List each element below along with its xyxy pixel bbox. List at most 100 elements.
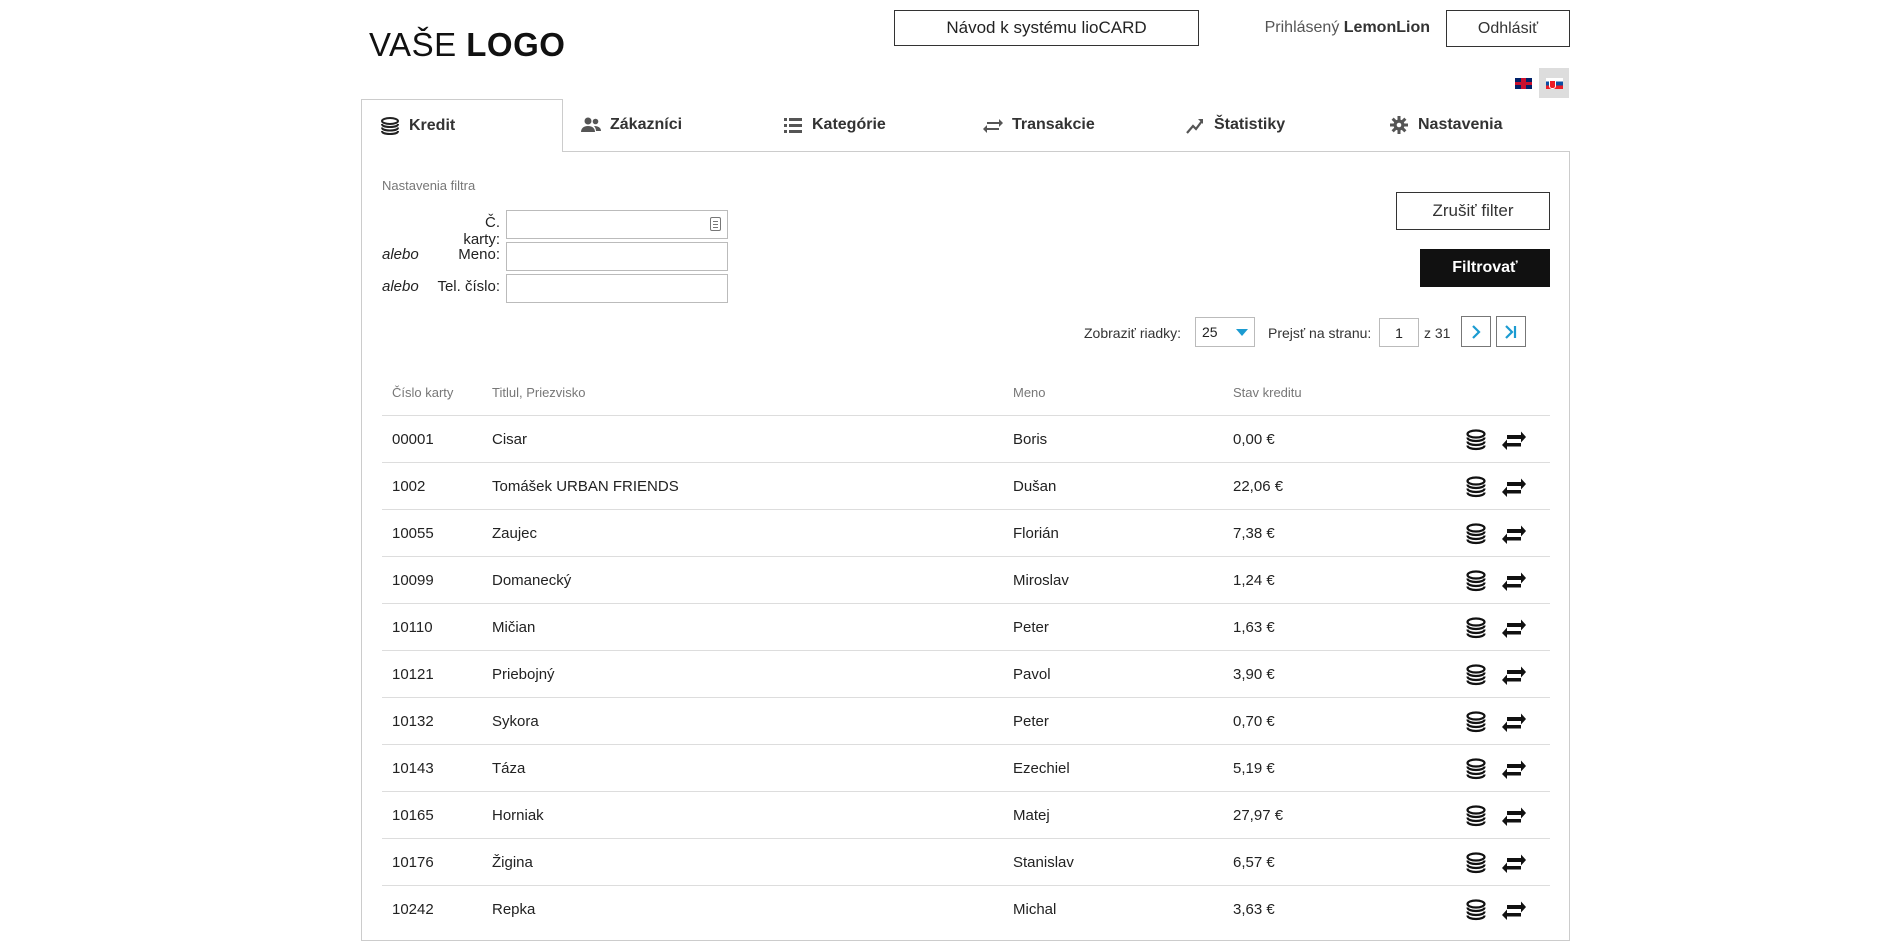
cell-card-number: 10176 xyxy=(392,854,434,871)
exchange-icon[interactable] xyxy=(1501,756,1527,782)
coins-icon[interactable] xyxy=(1463,662,1489,688)
cell-card-number: 10242 xyxy=(392,901,434,918)
phone-input[interactable] xyxy=(506,274,728,303)
table-row[interactable]: 10143 Táza Ezechiel 5,19 € xyxy=(382,744,1550,792)
table-row[interactable]: 10110 Mičian Peter 1,63 € xyxy=(382,603,1550,651)
tab-label: Zákazníci xyxy=(610,116,683,133)
filter-title: Nastavenia filtra xyxy=(382,178,476,193)
exchange-icon[interactable] xyxy=(1501,427,1527,453)
dropdown-caret-icon xyxy=(1236,329,1248,336)
cell-surname: Horniak xyxy=(492,807,544,824)
cell-name: Dušan xyxy=(1013,478,1057,495)
exchange-icon[interactable] xyxy=(1501,474,1527,500)
exchange-icon xyxy=(983,116,1003,134)
cell-credit: 1,63 € xyxy=(1233,619,1275,636)
cell-surname: Priebojný xyxy=(492,666,555,683)
rows-per-page-select[interactable]: 25 xyxy=(1195,317,1255,347)
cell-name: Peter xyxy=(1013,619,1049,636)
cell-card-number: 10143 xyxy=(392,760,434,777)
coins-icon[interactable] xyxy=(1463,897,1489,923)
chevron-right-icon xyxy=(1472,324,1481,339)
coins-icon[interactable] xyxy=(1463,474,1489,500)
card-number-input[interactable] xyxy=(506,210,728,239)
coins-icon[interactable] xyxy=(1463,803,1489,829)
cell-card-number: 1002 xyxy=(392,478,426,495)
apply-filter-button[interactable]: Filtrovať xyxy=(1420,249,1550,287)
or-label: alebo xyxy=(382,246,419,263)
coins-icon[interactable] xyxy=(1463,615,1489,641)
coins-icon[interactable] xyxy=(1463,850,1489,876)
cell-credit: 6,57 € xyxy=(1233,854,1275,871)
cell-name: Pavol xyxy=(1013,666,1051,683)
exchange-icon[interactable] xyxy=(1501,850,1527,876)
coins-icon[interactable] xyxy=(1463,709,1489,735)
flag-sk-icon[interactable] xyxy=(1539,68,1569,98)
page: VAŠE LOGO Návod k systému lioCARD Prihlá… xyxy=(0,0,1903,941)
coins-icon[interactable] xyxy=(1463,568,1489,594)
tab-nastavenia[interactable]: Nastavenia xyxy=(1389,99,1570,151)
next-page-button[interactable] xyxy=(1461,316,1491,347)
guide-button[interactable]: Návod k systému lioCARD xyxy=(894,10,1199,46)
coins-icon[interactable] xyxy=(1463,427,1489,453)
table-row[interactable]: 00001 Cisar Boris 0,00 € xyxy=(382,415,1550,463)
cell-surname: Domanecký xyxy=(492,572,572,589)
cancel-filter-button[interactable]: Zrušiť filter xyxy=(1396,192,1550,230)
users-icon xyxy=(581,116,601,134)
table-row[interactable]: 10176 Žigina Stanislav 6,57 € xyxy=(382,838,1550,886)
logo-text-2: LOGO xyxy=(466,26,566,63)
main-tabs: Kredit Zákazníci Kategórie Transakcie Št… xyxy=(361,99,1570,152)
cell-name: Peter xyxy=(1013,713,1049,730)
gear-icon xyxy=(1389,116,1409,134)
cell-credit: 3,63 € xyxy=(1233,901,1275,918)
name-input[interactable] xyxy=(506,242,728,271)
exchange-icon[interactable] xyxy=(1501,615,1527,641)
coins-icon[interactable] xyxy=(1463,521,1489,547)
page-number-input[interactable]: 1 xyxy=(1379,318,1419,347)
phone-label: Tel. číslo: xyxy=(437,278,500,295)
logged-user-info: Prihlásený LemonLion xyxy=(1230,19,1430,37)
table-row[interactable]: 10165 Horniak Matej 27,97 € xyxy=(382,791,1550,839)
cell-card-number: 10055 xyxy=(392,525,434,542)
tab-kategorie[interactable]: Kategórie xyxy=(783,99,963,151)
table-row[interactable]: 10242 Repka Michal 3,63 € xyxy=(382,885,1550,933)
table-row[interactable]: 10099 Domanecký Miroslav 1,24 € xyxy=(382,556,1550,604)
filter-row-card: Č. karty: xyxy=(382,214,500,248)
exchange-icon[interactable] xyxy=(1501,662,1527,688)
tab-label: Transakcie xyxy=(1012,116,1095,133)
last-page-button[interactable] xyxy=(1496,316,1526,347)
last-page-icon xyxy=(1505,324,1517,339)
tab-label: Štatistiky xyxy=(1214,116,1286,133)
logo: VAŠE LOGO xyxy=(369,26,565,64)
cell-card-number: 10165 xyxy=(392,807,434,824)
exchange-icon[interactable] xyxy=(1501,521,1527,547)
cell-credit: 5,19 € xyxy=(1233,760,1275,777)
tab-zakaznici[interactable]: Zákazníci xyxy=(581,99,761,151)
tab-statistiky[interactable]: Štatistiky xyxy=(1185,99,1365,151)
filter-row-name: alebo Meno: xyxy=(382,246,500,263)
cell-name: Ezechiel xyxy=(1013,760,1070,777)
tab-label: Kredit xyxy=(409,117,456,134)
cell-surname: Žigina xyxy=(492,854,533,871)
column-header-name: Meno xyxy=(1013,385,1046,400)
table-row[interactable]: 10121 Priebojný Pavol 3,90 € xyxy=(382,650,1550,698)
flag-en-icon[interactable] xyxy=(1508,68,1538,98)
coins-icon xyxy=(380,117,400,135)
table-row[interactable]: 1002 Tomášek URBAN FRIENDS Dušan 22,06 € xyxy=(382,462,1550,510)
card-reader-icon[interactable] xyxy=(710,217,721,231)
coins-icon[interactable] xyxy=(1463,756,1489,782)
exchange-icon[interactable] xyxy=(1501,709,1527,735)
exchange-icon[interactable] xyxy=(1501,568,1527,594)
cell-card-number: 10110 xyxy=(392,619,433,636)
cell-name: Matej xyxy=(1013,807,1050,824)
table-row[interactable]: 10055 Zaujec Florián 7,38 € xyxy=(382,509,1550,557)
exchange-icon[interactable] xyxy=(1501,897,1527,923)
tab-transakcie[interactable]: Transakcie xyxy=(983,99,1163,151)
table-row[interactable]: 10132 Sykora Peter 0,70 € xyxy=(382,697,1550,745)
cell-surname: Táza xyxy=(492,760,526,777)
exchange-icon[interactable] xyxy=(1501,803,1527,829)
name-label: Meno: xyxy=(458,246,500,263)
cell-credit: 27,97 € xyxy=(1233,807,1284,824)
tab-kredit[interactable]: Kredit xyxy=(361,99,563,152)
cell-name: Florián xyxy=(1013,525,1059,542)
logout-button[interactable]: Odhlásiť xyxy=(1446,10,1570,47)
